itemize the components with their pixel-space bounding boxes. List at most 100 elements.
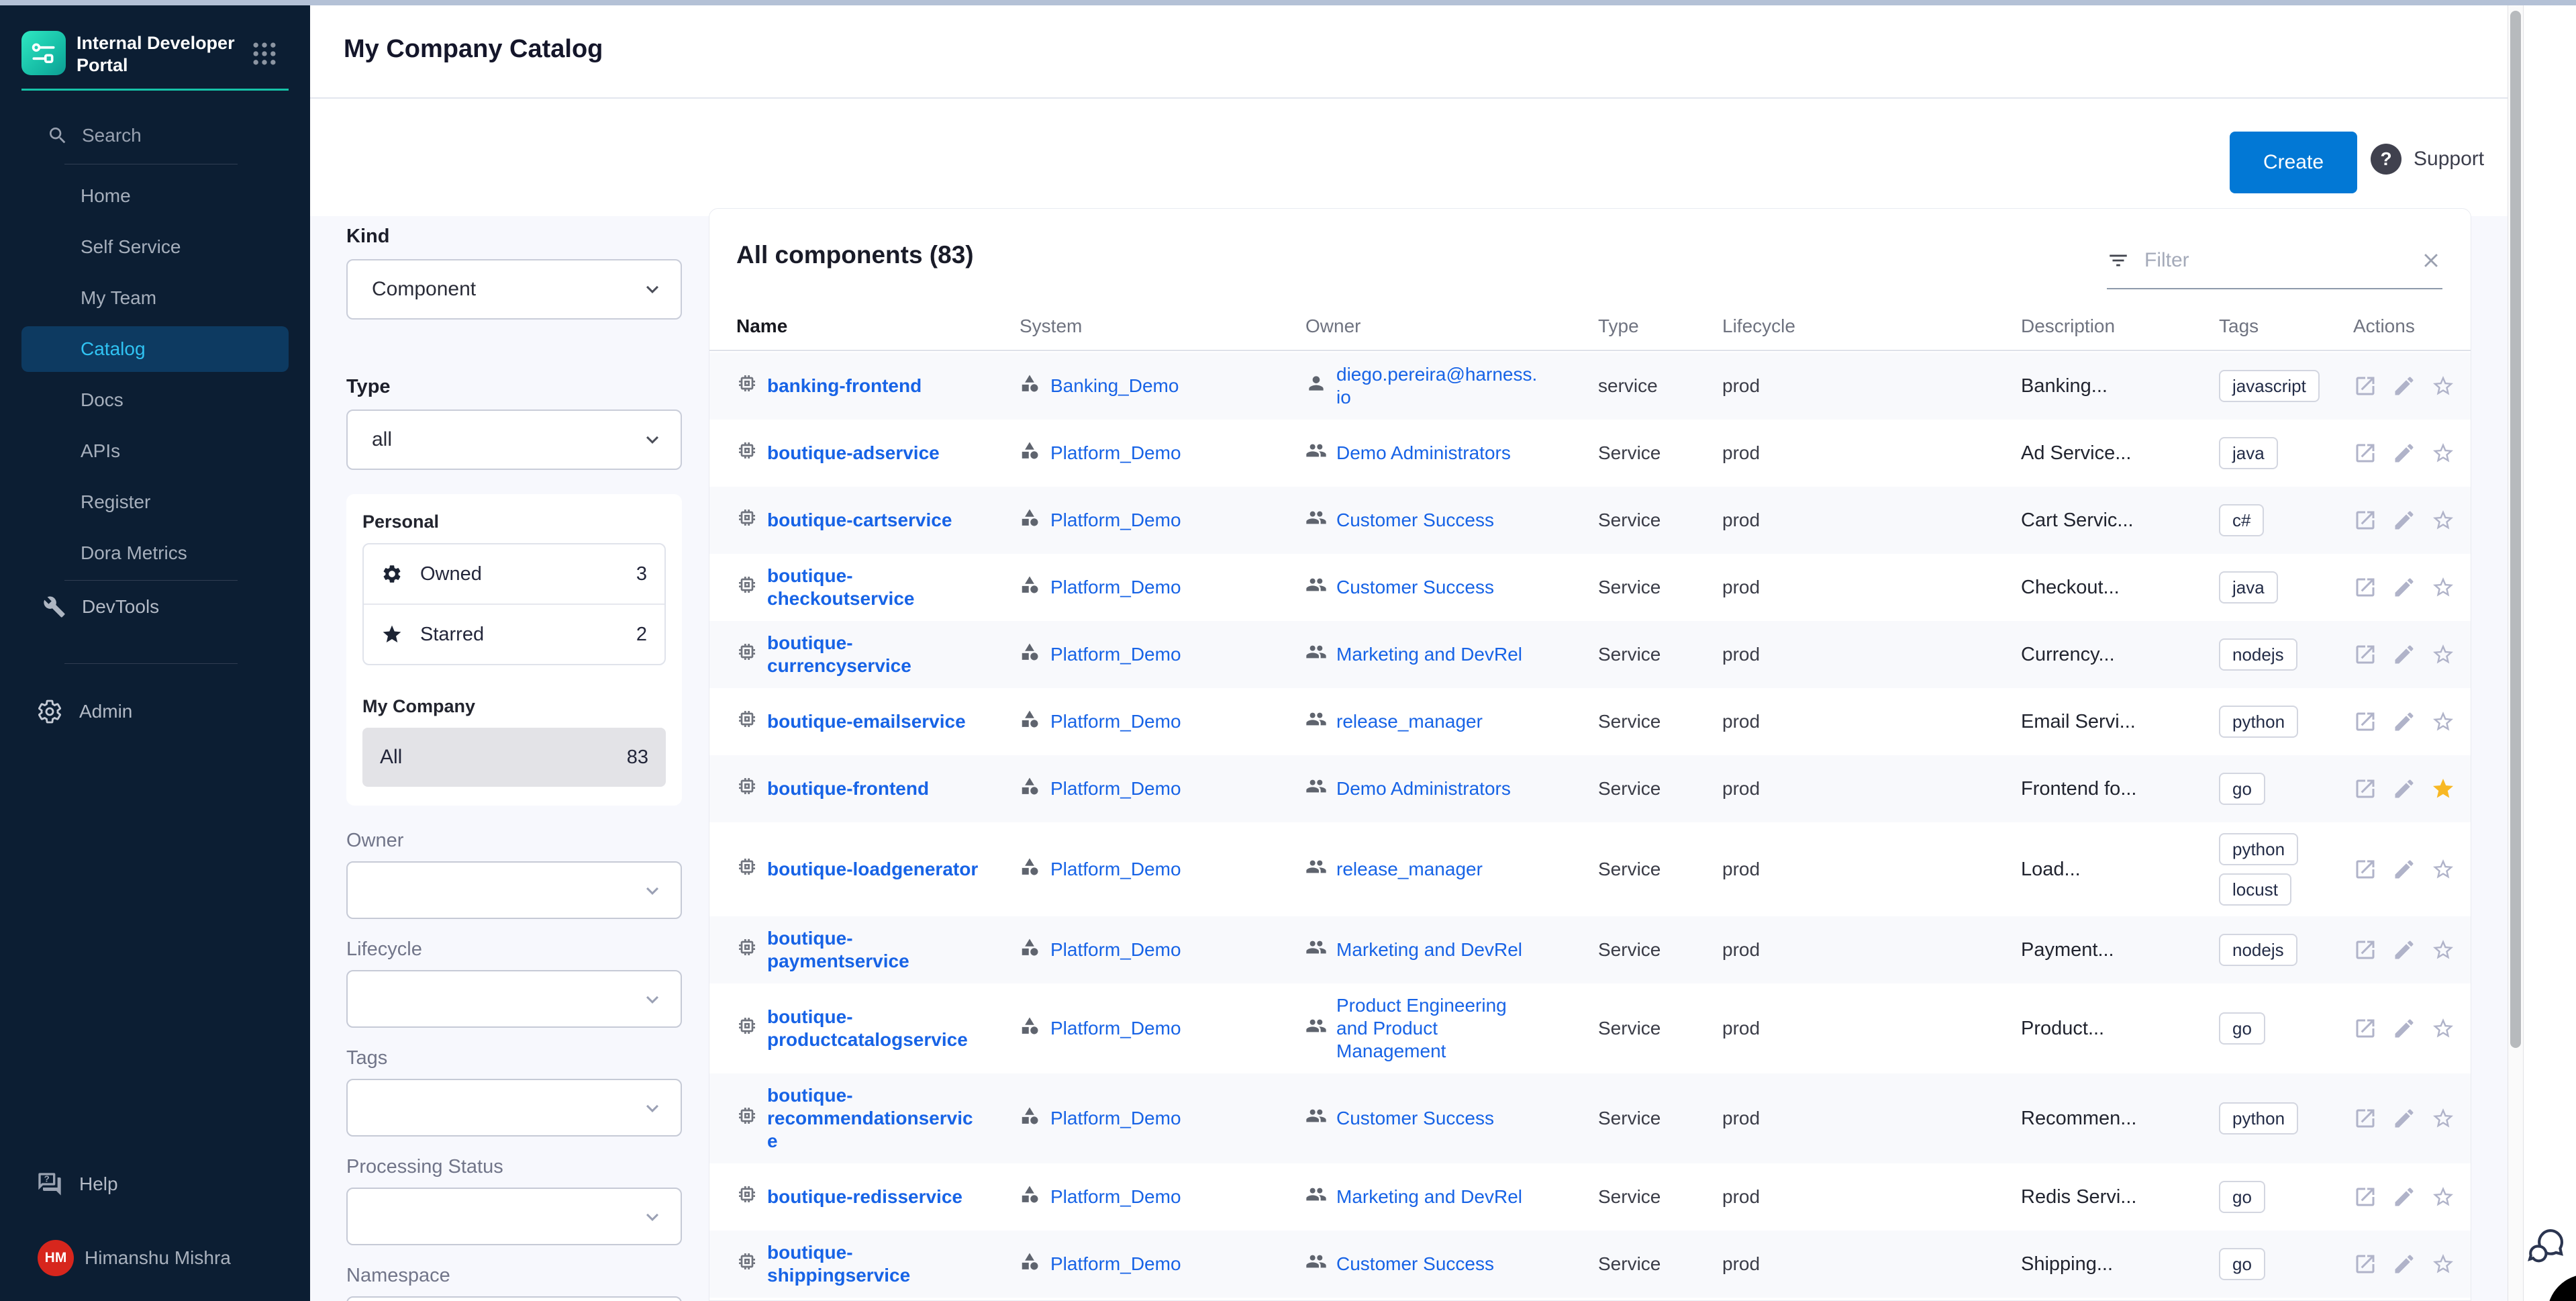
system-link[interactable]: Platform_Demo (1050, 938, 1181, 961)
star-icon[interactable] (2431, 1252, 2455, 1276)
open-in-new-icon[interactable] (2353, 575, 2377, 599)
owner-link[interactable]: Customer Success (1336, 1253, 1494, 1275)
tag-chip[interactable]: go (2219, 1181, 2265, 1213)
star-icon[interactable] (2431, 710, 2455, 734)
tag-chip[interactable]: go (2219, 1248, 2265, 1280)
edit-icon[interactable] (2392, 374, 2416, 398)
owner-link[interactable]: diego.pereira@harness.io (1336, 363, 1538, 409)
edit-icon[interactable] (2392, 642, 2416, 667)
owner-link[interactable]: Demo Administrators (1336, 442, 1511, 465)
tags-select[interactable] (346, 1079, 682, 1137)
type-select[interactable]: all (346, 409, 682, 470)
system-link[interactable]: Platform_Demo (1050, 442, 1181, 465)
scrollbar[interactable] (2508, 5, 2524, 1301)
tag-chip[interactable]: python (2219, 1102, 2298, 1135)
component-name-link[interactable]: boutique-loadgenerator (767, 858, 983, 881)
star-icon[interactable] (2431, 642, 2455, 667)
component-name-link[interactable]: boutique-adservice (767, 442, 983, 465)
clear-filter-icon[interactable] (2420, 249, 2442, 272)
edit-icon[interactable] (2392, 575, 2416, 599)
component-name-link[interactable]: boutique-productcatalogservice (767, 1006, 983, 1051)
system-link[interactable]: Platform_Demo (1050, 710, 1181, 733)
chat-support-icon[interactable] (2526, 1224, 2568, 1266)
open-in-new-icon[interactable] (2353, 1252, 2377, 1276)
star-icon[interactable] (2431, 1185, 2455, 1209)
edit-icon[interactable] (2392, 857, 2416, 881)
support-button[interactable]: ? Support (2371, 144, 2484, 175)
create-button[interactable]: Create (2230, 132, 2357, 193)
component-name-link[interactable]: boutique-shippingservice (767, 1241, 983, 1287)
component-name-link[interactable]: boutique-currencyservice (767, 632, 983, 677)
apps-grid-icon[interactable] (250, 39, 279, 68)
open-in-new-icon[interactable] (2353, 777, 2377, 801)
column-header-lifecycle[interactable]: Lifecycle (1722, 316, 2021, 337)
edit-icon[interactable] (2392, 710, 2416, 734)
component-name-link[interactable]: boutique-recommendationservice (767, 1084, 983, 1153)
column-header-description[interactable]: Description (2021, 316, 2219, 337)
tag-chip[interactable]: nodejs (2219, 638, 2297, 671)
sidebar-item-my-team[interactable]: My Team (0, 273, 310, 324)
system-link[interactable]: Platform_Demo (1050, 858, 1181, 881)
sidebar-item-docs[interactable]: Docs (0, 375, 310, 426)
edit-icon[interactable] (2392, 1106, 2416, 1130)
system-link[interactable]: Platform_Demo (1050, 777, 1181, 800)
edit-icon[interactable] (2392, 441, 2416, 465)
owner-link[interactable]: release_manager (1336, 858, 1483, 881)
owner-link[interactable]: Marketing and DevRel (1336, 643, 1522, 666)
filter-owned[interactable]: Owned 3 (364, 544, 664, 604)
user-menu[interactable]: HM Himanshu Mishra (0, 1234, 310, 1282)
sidebar-item-home[interactable]: Home (0, 171, 310, 222)
component-name-link[interactable]: banking-frontend (767, 375, 983, 397)
system-link[interactable]: Platform_Demo (1050, 643, 1181, 666)
system-link[interactable]: Platform_Demo (1050, 509, 1181, 532)
system-link[interactable]: Banking_Demo (1050, 375, 1179, 397)
owner-link[interactable]: Customer Success (1336, 1107, 1494, 1130)
star-icon[interactable] (2431, 575, 2455, 599)
tag-chip[interactable]: go (2219, 1012, 2265, 1045)
tag-chip[interactable]: java (2219, 571, 2278, 604)
system-link[interactable]: Platform_Demo (1050, 576, 1181, 599)
owner-link[interactable]: Customer Success (1336, 509, 1494, 532)
open-in-new-icon[interactable] (2353, 508, 2377, 532)
kind-select[interactable]: Component (346, 259, 682, 320)
open-in-new-icon[interactable] (2353, 1016, 2377, 1041)
star-icon[interactable] (2431, 508, 2455, 532)
tag-chip[interactable]: c# (2219, 504, 2264, 536)
namespace-select[interactable] (346, 1296, 682, 1301)
open-in-new-icon[interactable] (2353, 374, 2377, 398)
system-link[interactable]: Platform_Demo (1050, 1107, 1181, 1130)
filter-starred[interactable]: Starred 2 (364, 605, 664, 664)
sidebar-item-catalog[interactable]: Catalog (21, 326, 289, 372)
component-name-link[interactable]: boutique-frontend (767, 777, 983, 800)
table-filter-input[interactable]: Filter (2107, 233, 2442, 289)
tag-chip[interactable]: nodejs (2219, 934, 2297, 966)
system-link[interactable]: Platform_Demo (1050, 1253, 1181, 1275)
tag-chip[interactable]: python (2219, 833, 2298, 865)
owner-link[interactable]: Customer Success (1336, 576, 1494, 599)
star-icon[interactable] (2431, 374, 2455, 398)
tag-chip[interactable]: locust (2219, 873, 2291, 906)
edit-icon[interactable] (2392, 1185, 2416, 1209)
open-in-new-icon[interactable] (2353, 938, 2377, 962)
component-name-link[interactable]: boutique-cartservice (767, 509, 983, 532)
owner-link[interactable]: release_manager (1336, 710, 1483, 733)
tag-chip[interactable]: go (2219, 773, 2265, 805)
sidebar-item-self-service[interactable]: Self Service (0, 222, 310, 273)
tag-chip[interactable]: python (2219, 706, 2298, 738)
system-link[interactable]: Platform_Demo (1050, 1017, 1181, 1040)
open-in-new-icon[interactable] (2353, 1106, 2377, 1130)
column-header-tags[interactable]: Tags (2219, 316, 2353, 337)
edit-icon[interactable] (2392, 777, 2416, 801)
sidebar-item-devtools[interactable]: DevTools (0, 581, 310, 632)
system-link[interactable]: Platform_Demo (1050, 1186, 1181, 1208)
star-icon[interactable] (2431, 938, 2455, 962)
column-header-system[interactable]: System (1020, 316, 1305, 337)
star-icon[interactable] (2431, 1016, 2455, 1041)
sidebar-item-dora-metrics[interactable]: Dora Metrics (0, 528, 310, 579)
owner-link[interactable]: Marketing and DevRel (1336, 1186, 1522, 1208)
sidebar-item-register[interactable]: Register (0, 477, 310, 528)
column-header-name[interactable]: Name (736, 316, 1020, 337)
sidebar-item-apis[interactable]: APIs (0, 426, 310, 477)
star-icon[interactable] (2431, 441, 2455, 465)
sidebar-item-admin[interactable]: Admin (0, 686, 310, 737)
